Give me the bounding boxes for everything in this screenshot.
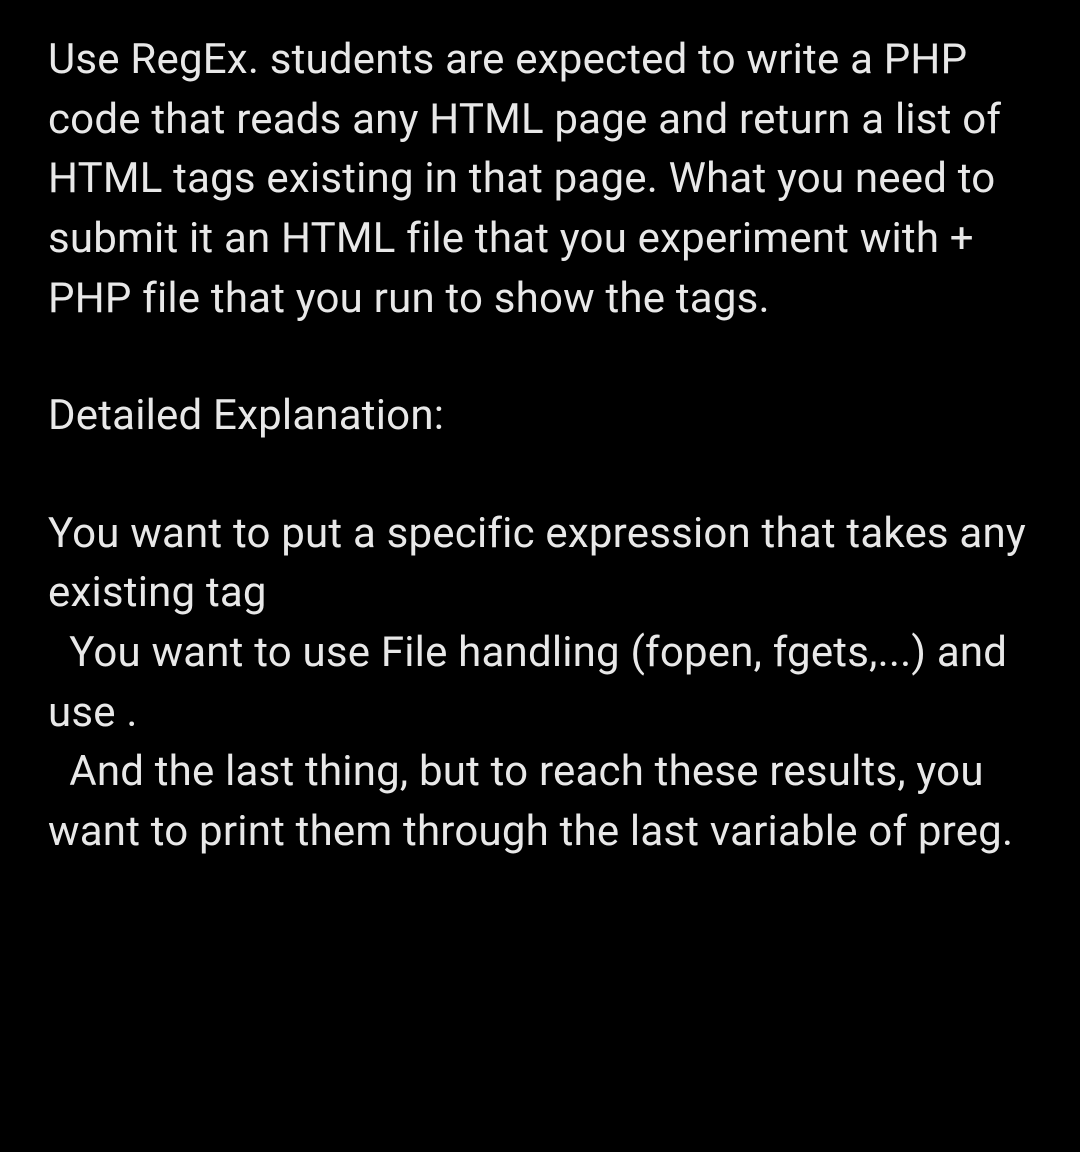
intro-paragraph: Use RegEx. students are expected to writ… — [48, 30, 1032, 328]
section-heading: Detailed Explanation: — [48, 386, 1032, 446]
detail-paragraph: You want to put a specific expression th… — [48, 504, 1032, 862]
